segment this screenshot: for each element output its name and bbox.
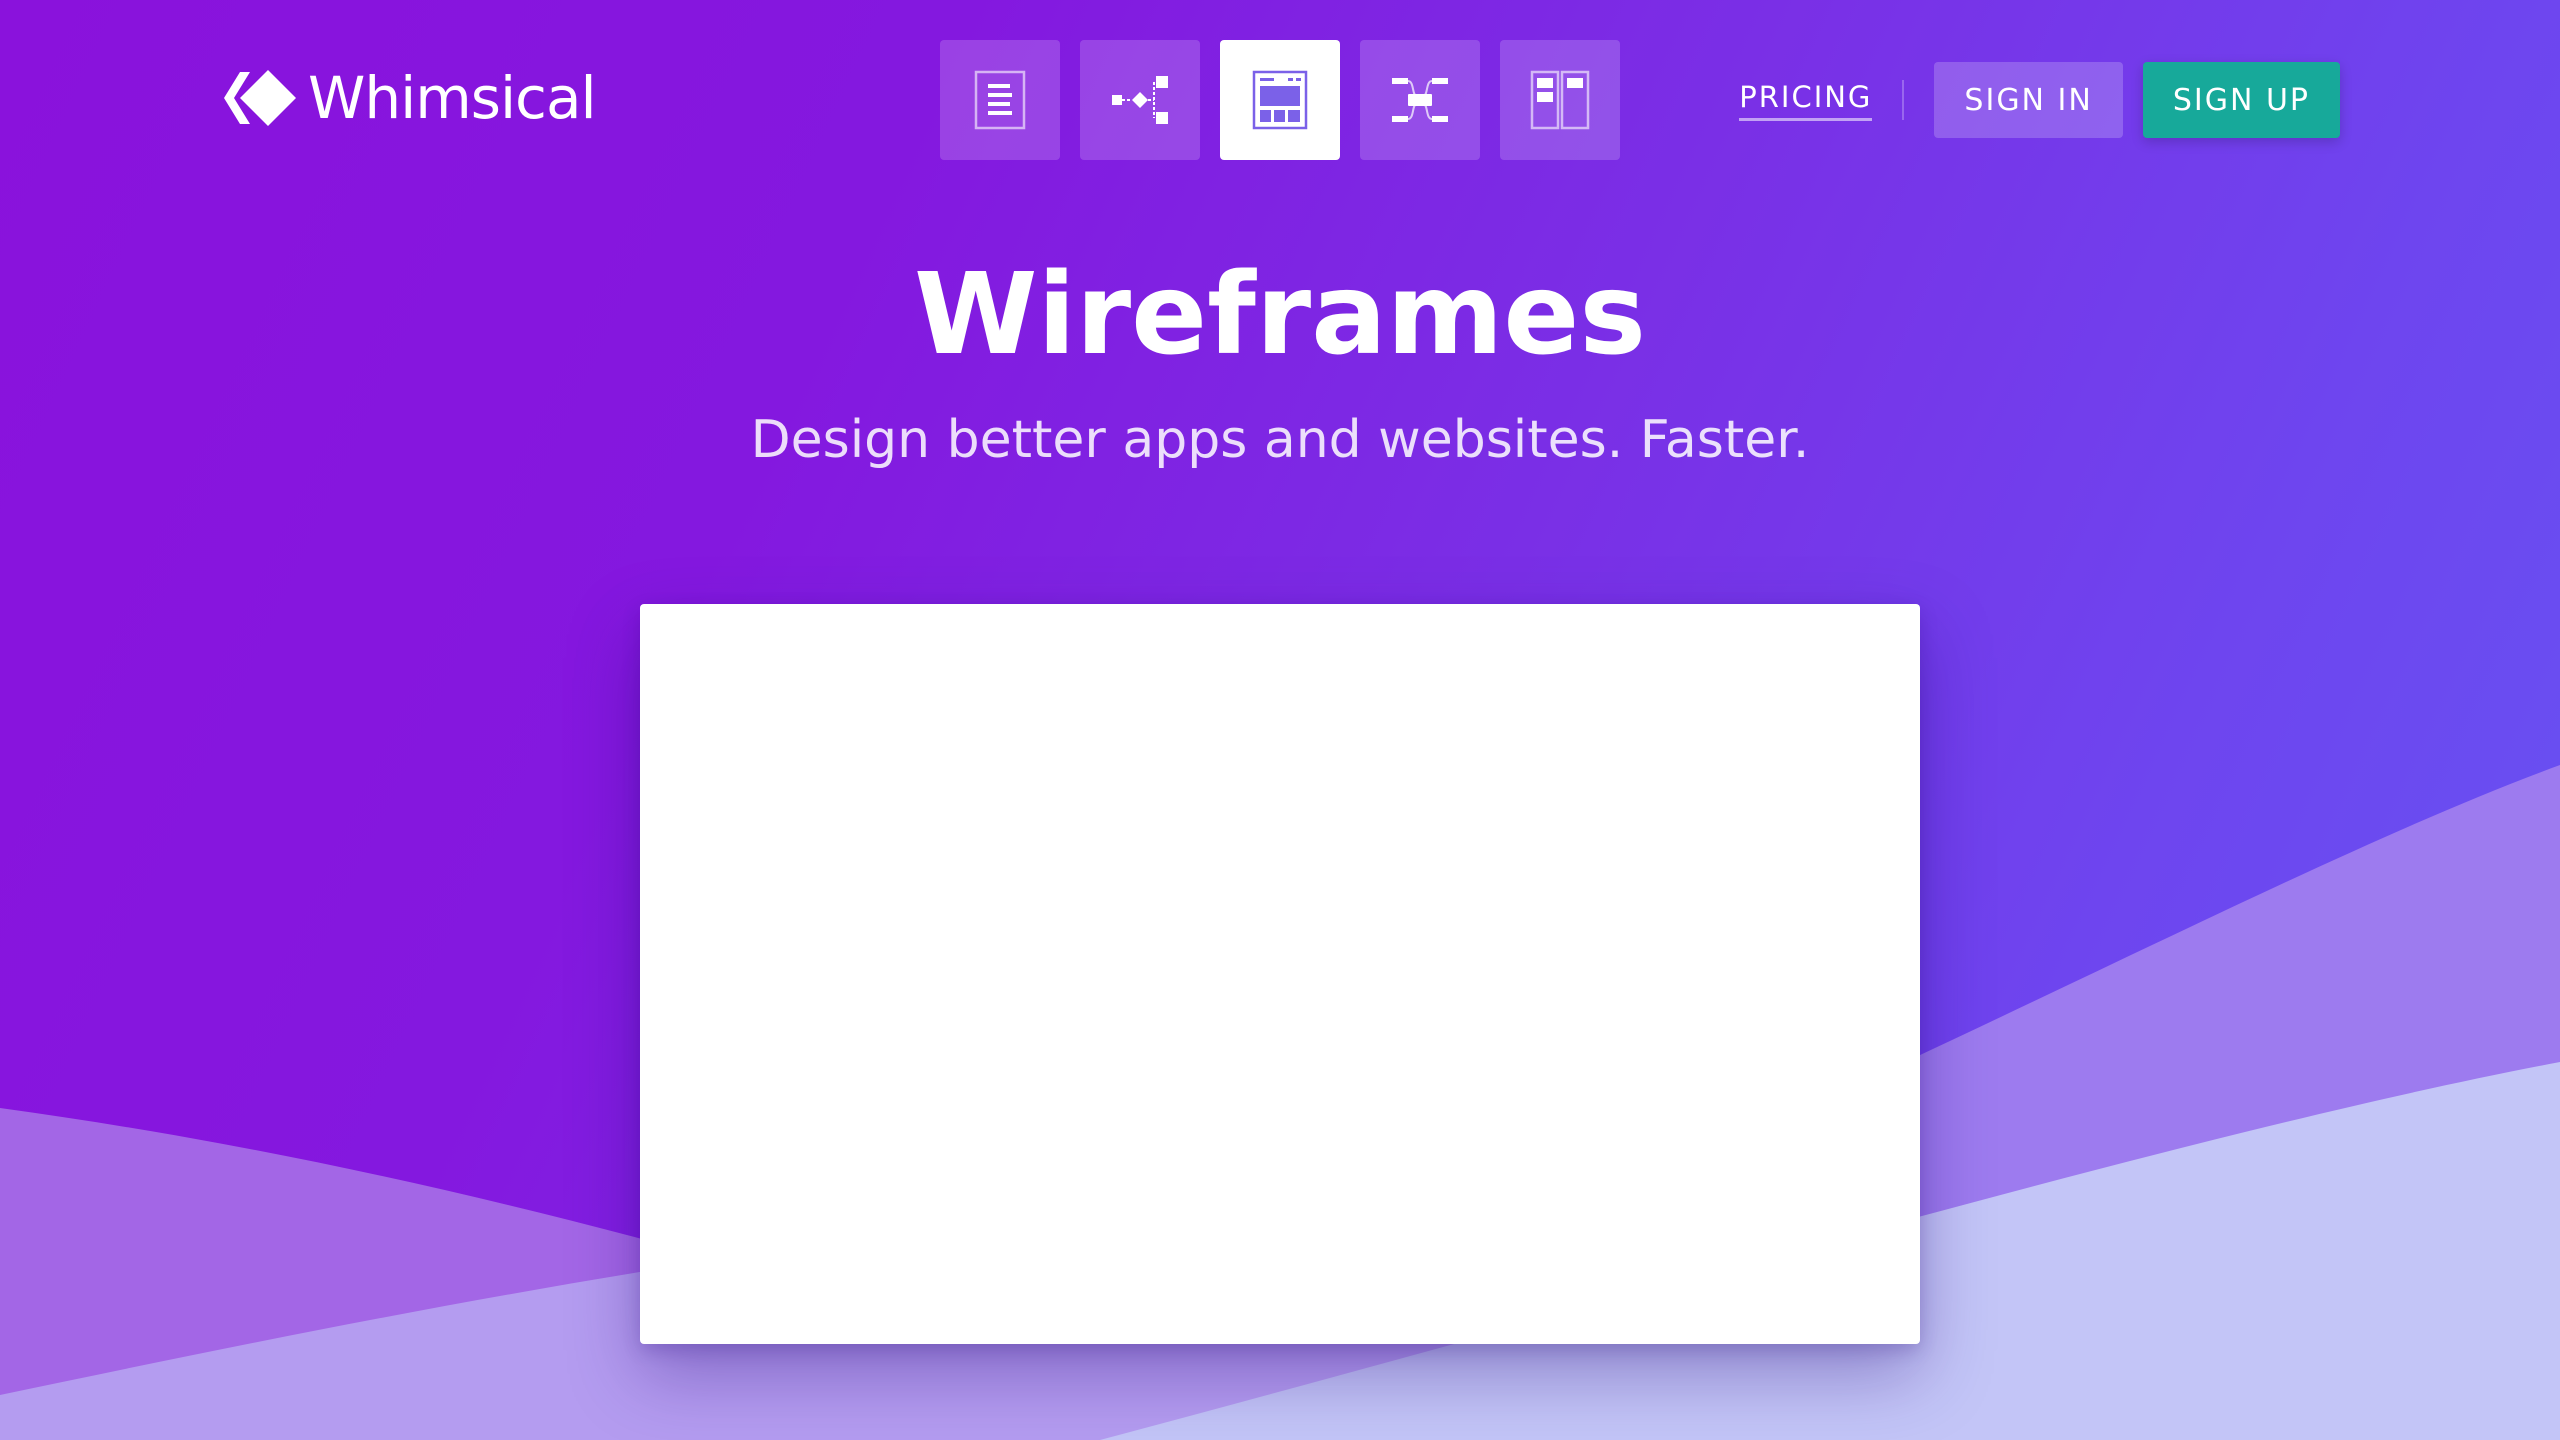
flowchart-icon	[1112, 76, 1168, 124]
page-title: Wireframes	[914, 250, 1646, 380]
docs-tool-button[interactable]	[940, 40, 1060, 160]
nav-divider	[1902, 80, 1905, 120]
mindmap-icon	[1392, 78, 1448, 122]
logo-text: Whimsical	[308, 64, 597, 132]
landing-page: Whimsical PRICING SIGN IN SIGN UP Wirefr…	[0, 0, 2560, 1440]
docs-icon	[974, 70, 1026, 130]
whimsical-logo-icon	[224, 70, 296, 126]
pricing-link[interactable]: PRICING	[1739, 80, 1873, 121]
wireframe-preview-card	[640, 604, 1920, 1344]
board-tool-button[interactable]	[1500, 40, 1620, 160]
top-navigation: Whimsical PRICING SIGN IN SIGN UP	[0, 0, 2560, 200]
wireframe-icon	[1252, 70, 1308, 130]
flowchart-tool-button[interactable]	[1080, 40, 1200, 160]
board-icon	[1530, 70, 1590, 130]
page-subtitle: Design better apps and websites. Faster.	[750, 410, 1810, 470]
account-navigation: PRICING SIGN IN SIGN UP	[1739, 62, 2340, 138]
mindmap-tool-button[interactable]	[1360, 40, 1480, 160]
product-switcher	[940, 40, 1620, 160]
whimsical-logo[interactable]: Whimsical	[220, 64, 597, 132]
sign-up-button[interactable]: SIGN UP	[2142, 62, 2340, 138]
sign-in-button[interactable]: SIGN IN	[1934, 62, 2123, 138]
wireframe-tool-button[interactable]	[1220, 40, 1340, 160]
